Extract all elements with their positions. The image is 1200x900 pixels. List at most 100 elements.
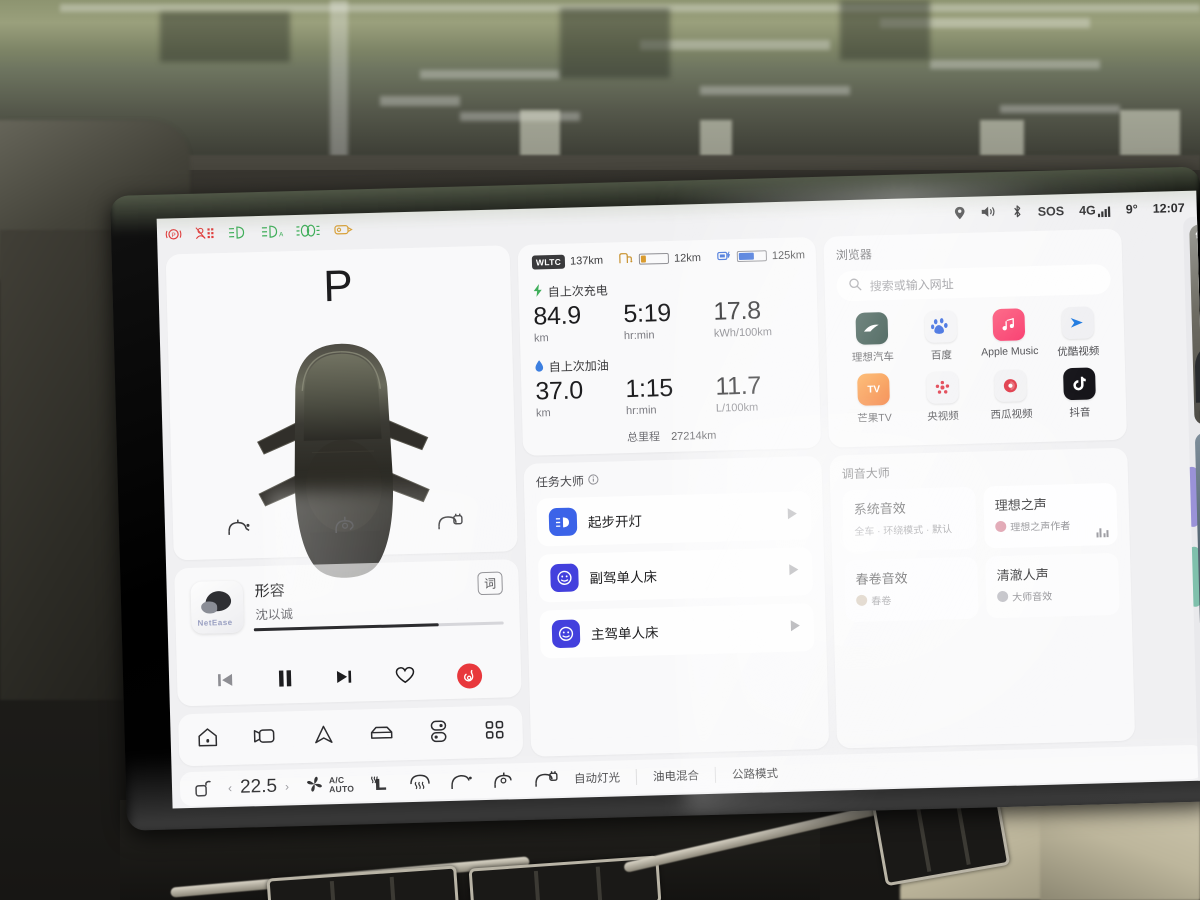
rear-defrost-icon[interactable] xyxy=(408,771,433,795)
pause-icon[interactable] xyxy=(276,668,295,693)
stat-charge-distance: 84.9 km xyxy=(533,301,582,345)
search-input[interactable]: 搜索或输入网址 xyxy=(836,263,1112,302)
audio-tiles[interactable]: 系统音效 全车 · 环绕模式 · 默认 理想之声 理想之声作者 春卷音效 春卷 … xyxy=(842,482,1120,623)
audio-tile-sub: 春卷 xyxy=(856,590,967,608)
infotainment-screen[interactable]: P A SOS 4G 9° 12:07 P NetEase 形容 沈以诚 词 W… xyxy=(156,190,1200,809)
unlock-icon[interactable] xyxy=(194,777,213,800)
task-master-header: 任务大师 xyxy=(536,466,810,490)
dock-dashcam-icon[interactable] xyxy=(253,725,280,751)
app-dock[interactable] xyxy=(178,705,524,767)
dock-navigation-icon[interactable] xyxy=(312,723,335,751)
seat-bed-icon xyxy=(551,619,581,649)
app-tile[interactable]: 央视频 xyxy=(908,371,978,425)
fuel-gauge xyxy=(638,252,670,265)
temp-decrease-button[interactable]: ‹ xyxy=(228,781,232,795)
audio-tile-title: 理想之声 xyxy=(994,496,1047,514)
infotainment-bezel: P A SOS 4G 9° 12:07 P NetEase 形容 沈以诚 词 W… xyxy=(110,166,1200,831)
vehicle-status-card[interactable]: P xyxy=(165,245,518,578)
drive-mode-button[interactable]: 公路模式 xyxy=(732,765,778,782)
task-run-icon[interactable] xyxy=(789,618,803,637)
netease-music-icon[interactable] xyxy=(456,663,483,689)
car-top-view[interactable] xyxy=(225,333,462,589)
previous-track-icon[interactable] xyxy=(216,671,235,694)
app-tile[interactable]: 抖音 xyxy=(1045,367,1115,421)
sos-label[interactable]: SOS xyxy=(1038,204,1065,219)
location-icon[interactable] xyxy=(954,205,966,222)
energy-card[interactable]: WLTC 137km 12km 125km 自上次充电 84.9 km 5:19… xyxy=(517,236,822,456)
front-defrost-icon[interactable] xyxy=(448,770,475,794)
auto-high-beam-icon: A xyxy=(261,224,284,242)
browser-card[interactable]: 浏览器 搜索或输入网址 理想汽车 百度 Apple Music 优酷视频 TV … xyxy=(823,228,1127,448)
track-artist: 沈以诚 xyxy=(255,607,294,623)
task-row[interactable]: 起步开灯 xyxy=(536,491,812,547)
stat-refuel-distance: 37.0 km xyxy=(535,376,584,420)
app-tile[interactable]: 优酷视频 xyxy=(1043,306,1113,360)
app-tile[interactable]: 百度 xyxy=(906,310,976,364)
app-grid[interactable]: 理想汽车 百度 Apple Music 优酷视频 TV 芒果TV 央视频 西瓜视… xyxy=(837,306,1114,435)
audio-tile[interactable]: 清澈人声 大师音效 xyxy=(985,552,1120,619)
task-label: 副驾单人床 xyxy=(589,569,658,587)
battery-ev-icon xyxy=(717,249,732,264)
bluetooth-icon[interactable] xyxy=(1012,204,1023,221)
dock-home-icon[interactable] xyxy=(195,726,220,754)
battery-range: 125km xyxy=(771,248,806,262)
network-indicator: 4G xyxy=(1079,203,1111,218)
lixiang-icon xyxy=(855,312,889,345)
fuel-cap-icon[interactable] xyxy=(330,512,361,540)
audio-author-avatar xyxy=(856,594,868,606)
next-track-icon[interactable] xyxy=(335,668,354,691)
ac-auto-button[interactable]: A/C AUTO xyxy=(305,774,355,797)
wltc-range: 137km xyxy=(569,254,604,268)
poster-figure-body xyxy=(1194,340,1200,403)
column-browser-audio: 浏览器 搜索或输入网址 理想汽车 百度 Apple Music 优酷视频 TV … xyxy=(823,228,1136,749)
task-run-icon[interactable] xyxy=(786,506,800,525)
video-card[interactable]: 优酷 白夜破晓 xyxy=(1189,222,1200,425)
task-run-icon[interactable] xyxy=(787,562,801,581)
audio-tile[interactable]: 理想之声 理想之声作者 xyxy=(983,482,1118,549)
task-master-card[interactable]: 任务大师 起步开灯 副驾单人床 主驾单人床 xyxy=(523,455,830,757)
dock-controls-icon[interactable] xyxy=(428,719,451,749)
info-icon[interactable] xyxy=(588,473,599,487)
app-tile[interactable]: 理想汽车 xyxy=(837,312,907,366)
since-refuel-text: 自上次加油 xyxy=(548,358,609,375)
stat-refuel-time: 1:15 hr:min xyxy=(625,373,674,418)
odometer: 总里程 27214km xyxy=(537,424,807,447)
temperature-control[interactable]: ‹ 22.5 › xyxy=(228,775,290,799)
fuel-pump-icon xyxy=(619,252,634,267)
task-row[interactable]: 主驾单人床 xyxy=(539,603,815,659)
media-controls[interactable] xyxy=(177,662,522,696)
favorite-icon[interactable] xyxy=(395,666,416,690)
app-tile[interactable]: Apple Music xyxy=(974,308,1044,362)
dock-apps-icon[interactable] xyxy=(483,718,506,746)
odometer-value: 27214km xyxy=(670,429,717,443)
hybrid-mode-button[interactable]: 油电混合 xyxy=(653,767,699,784)
track-title: 形容 xyxy=(254,582,285,601)
media-player-card[interactable]: NetEase 形容 沈以诚 词 xyxy=(174,559,522,707)
temp-increase-button[interactable]: › xyxy=(285,779,289,793)
audio-tile[interactable]: 春卷音效 春卷 xyxy=(844,556,979,623)
lyrics-button[interactable]: 词 xyxy=(477,571,503,596)
headlight-icon xyxy=(548,507,578,537)
divider xyxy=(714,766,717,783)
audio-tile[interactable]: 系统音效 全车 · 环绕模式 · 默认 xyxy=(842,486,977,553)
mangotv-icon: TV xyxy=(857,372,891,406)
album-watermark: NetEase xyxy=(197,617,233,628)
task-row[interactable]: 副驾单人床 xyxy=(537,547,814,603)
app-tile[interactable]: 西瓜视频 xyxy=(976,369,1046,423)
audio-tile-title: 春卷音效 xyxy=(855,570,908,587)
album-art: NetEase xyxy=(190,580,244,634)
auto-light-button[interactable]: 自动灯光 xyxy=(574,769,620,786)
recirculate-icon[interactable] xyxy=(490,769,517,793)
audio-master-card[interactable]: 调音大师 系统音效 全车 · 环绕模式 · 默认 理想之声 理想之声作者 春卷音… xyxy=(829,447,1136,749)
seat-heater-icon[interactable] xyxy=(370,772,393,796)
app-tile[interactable]: TV 芒果TV xyxy=(839,372,909,426)
fuel-port-icon[interactable] xyxy=(224,515,255,543)
column-energy-tasks: WLTC 137km 12km 125km 自上次充电 84.9 km 5:19… xyxy=(517,236,830,757)
dock-vehicle-icon[interactable] xyxy=(368,722,395,748)
volume-icon[interactable] xyxy=(981,205,997,221)
audio-master-title: 调音大师 xyxy=(841,466,890,482)
temperature-value: 22.5 xyxy=(239,775,278,798)
charge-icon[interactable] xyxy=(532,768,559,792)
charge-port-icon[interactable] xyxy=(435,510,466,538)
task-label: 主驾单人床 xyxy=(590,625,659,643)
